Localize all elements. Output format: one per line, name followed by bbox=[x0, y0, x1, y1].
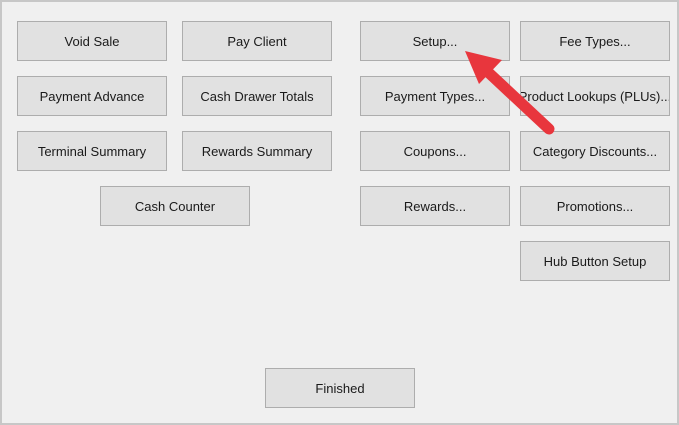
hub-button-setup-button[interactable]: Hub Button Setup bbox=[520, 241, 670, 281]
product-lookups-button[interactable]: Product Lookups (PLUs)... bbox=[520, 76, 670, 116]
coupons-button[interactable]: Coupons... bbox=[360, 131, 510, 171]
rewards-summary-button[interactable]: Rewards Summary bbox=[182, 131, 332, 171]
dialog-window: Void Sale Pay Client Payment Advance Cas… bbox=[0, 0, 679, 425]
terminal-summary-button[interactable]: Terminal Summary bbox=[17, 131, 167, 171]
promotions-button[interactable]: Promotions... bbox=[520, 186, 670, 226]
payment-advance-button[interactable]: Payment Advance bbox=[17, 76, 167, 116]
cash-drawer-totals-button[interactable]: Cash Drawer Totals bbox=[182, 76, 332, 116]
rewards-button[interactable]: Rewards... bbox=[360, 186, 510, 226]
cash-counter-button[interactable]: Cash Counter bbox=[100, 186, 250, 226]
payment-types-button[interactable]: Payment Types... bbox=[360, 76, 510, 116]
finished-button[interactable]: Finished bbox=[265, 368, 415, 408]
fee-types-button[interactable]: Fee Types... bbox=[520, 21, 670, 61]
setup-button[interactable]: Setup... bbox=[360, 21, 510, 61]
pay-client-button[interactable]: Pay Client bbox=[182, 21, 332, 61]
category-discounts-button[interactable]: Category Discounts... bbox=[520, 131, 670, 171]
void-sale-button[interactable]: Void Sale bbox=[17, 21, 167, 61]
